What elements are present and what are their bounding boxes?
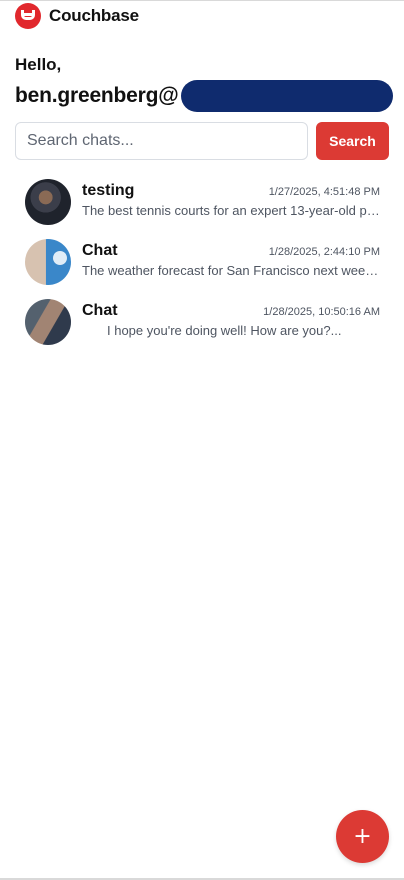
chat-preview: The best tennis courts for an expert 13-… [82,203,380,218]
chat-body: testing 1/27/2025, 4:51:48 PM The best t… [82,178,380,218]
chat-body: Chat 1/28/2025, 2:44:10 PM The weather f… [82,238,380,278]
chat-timestamp: 1/28/2025, 2:44:10 PM [268,246,380,258]
brand-name: Couchbase [49,6,139,25]
avatar [25,179,71,225]
top-border [0,0,404,1]
app-header: Couchbase [15,3,139,29]
chat-list-item[interactable]: Chat 1/28/2025, 2:44:10 PM The weather f… [25,238,380,298]
avatar [25,239,71,285]
search-input[interactable] [15,122,308,160]
avatar [25,299,71,345]
chat-list-item[interactable]: testing 1/27/2025, 4:51:48 PM The best t… [25,178,380,238]
chat-title: testing [82,182,135,199]
chat-title: Chat [82,242,118,259]
plus-icon: + [353,824,372,849]
username: ben.greenberg@ [15,84,179,107]
couchbase-logo-icon [15,3,41,29]
new-chat-button[interactable]: + [336,810,389,863]
chat-preview: The weather forecast for San Francisco n… [82,263,380,278]
search-bar: Search [15,122,389,160]
chat-preview: I hope you're doing well! How are you?..… [107,323,342,338]
greeting-text: Hello, [15,55,62,74]
user-row: ben.greenberg@ [15,80,393,112]
search-button[interactable]: Search [316,122,389,160]
chat-timestamp: 1/27/2025, 4:51:48 PM [268,186,380,198]
chat-body: Chat 1/28/2025, 10:50:16 AM I hope you'r… [82,298,380,338]
chat-list: testing 1/27/2025, 4:51:48 PM The best t… [25,178,380,358]
chat-title: Chat [82,302,118,319]
chat-list-item[interactable]: Chat 1/28/2025, 10:50:16 AM I hope you'r… [25,298,380,358]
redacted-email-domain [180,80,393,112]
chat-timestamp: 1/28/2025, 10:50:16 AM [263,306,380,318]
